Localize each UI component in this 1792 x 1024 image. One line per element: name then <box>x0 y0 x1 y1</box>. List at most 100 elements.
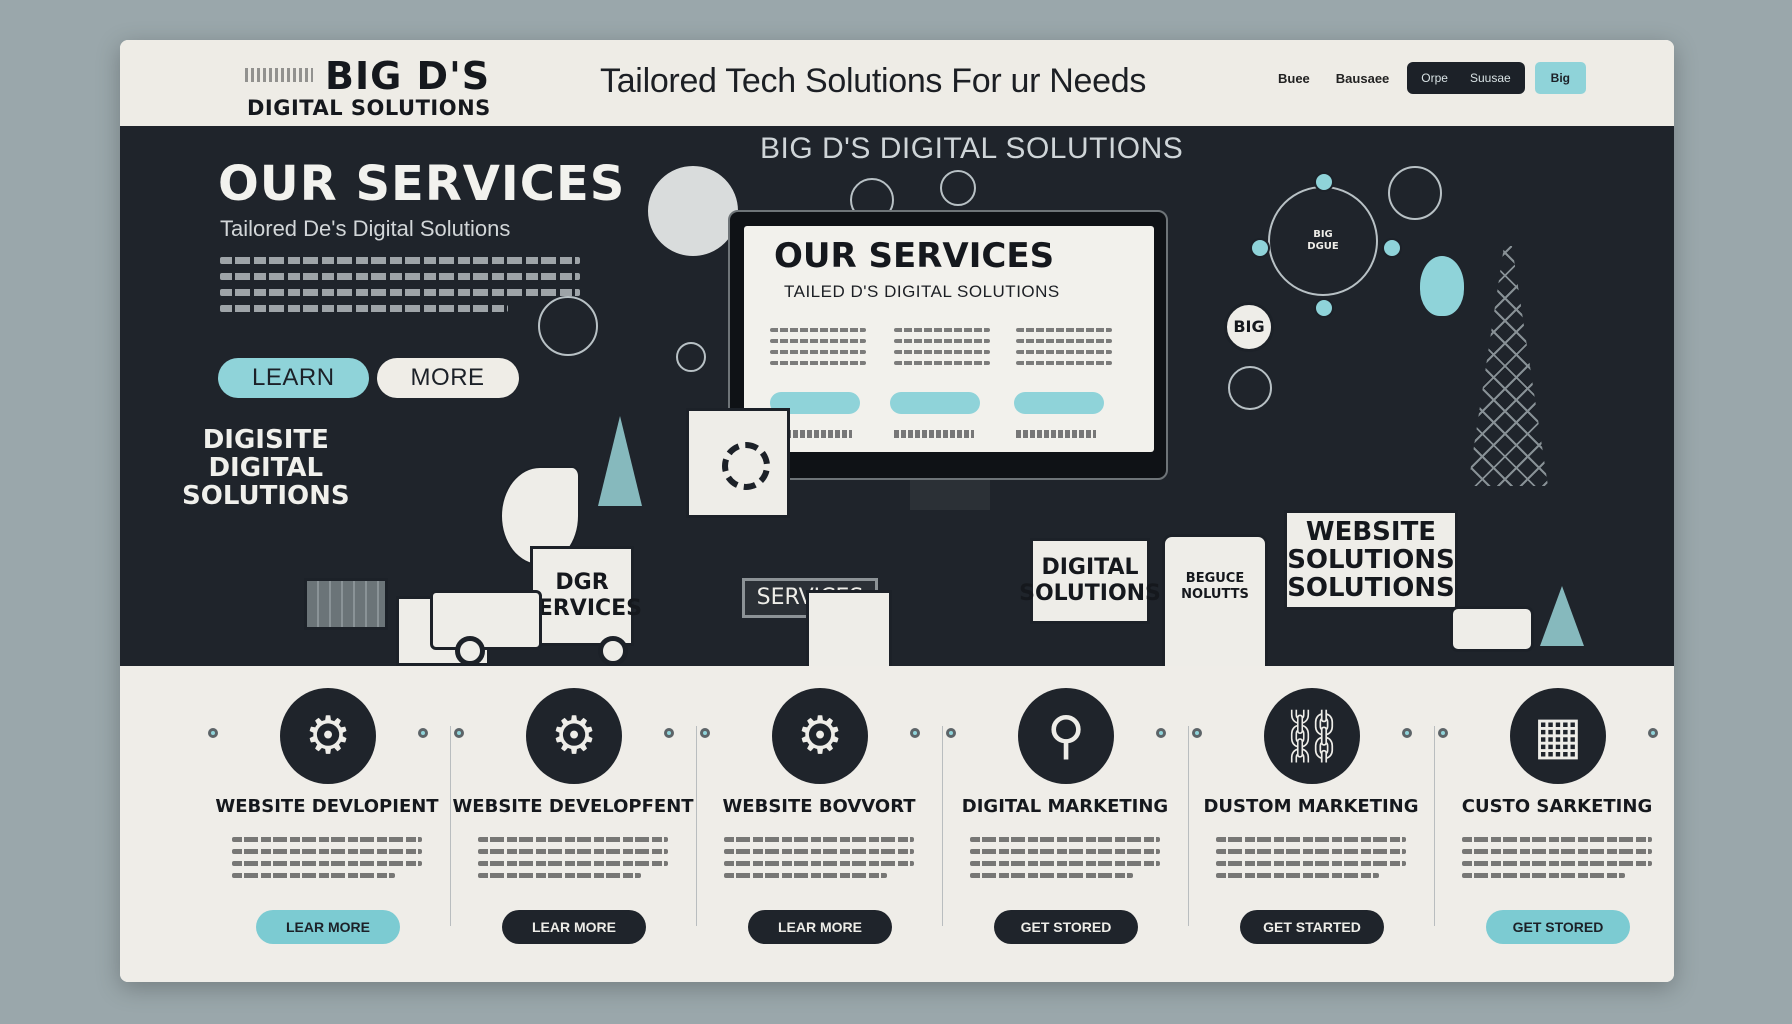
monitor-subtitle: TAILED D'S DIGITAL SOLUTIONS <box>784 282 1060 301</box>
radio-tower-icon <box>1468 246 1548 486</box>
phone-mockup: BEGUCE NOLUTTS <box>1162 534 1268 666</box>
wheel-icon <box>598 636 628 666</box>
hero-banner: BIG D'S DIGITAL SOLUTIONS BIG DGUE BIG O… <box>120 126 1674 666</box>
monitor-mockup: OUR SERVICES TAILED D'S DIGITAL SOLUTION… <box>728 210 1168 480</box>
circuit-node-icon <box>940 170 976 206</box>
service-cta-button[interactable]: GET STORED <box>1486 910 1630 944</box>
hero-description <box>220 248 580 321</box>
connector-node-icon <box>1648 728 1658 738</box>
service-divider <box>696 726 697 926</box>
connector-node-icon <box>1156 728 1166 738</box>
clock-icon <box>1388 166 1442 220</box>
magnifier-icon: ⚲ <box>1018 688 1114 784</box>
service-divider <box>450 726 451 926</box>
truck-icon <box>430 590 542 650</box>
monitor-button-3 <box>1014 392 1104 414</box>
monitor-screen: OUR SERVICES TAILED D'S DIGITAL SOLUTION… <box>744 226 1154 452</box>
nav-pill-item-2[interactable]: Suusae <box>1470 71 1511 85</box>
card-device <box>806 590 892 666</box>
nav-cta-button[interactable]: Big <box>1534 62 1587 94</box>
hero-subtitle: Tailored De's Digital Solutions <box>220 216 511 241</box>
service-cta-button[interactable]: GET STORED <box>994 910 1138 944</box>
top-nav: Buee Bausaee Orpe Suusae Big <box>1270 62 1587 94</box>
connector-node-icon <box>1192 728 1202 738</box>
side-label: DIGISITE DIGITAL SOLUTIONS <box>182 425 350 511</box>
connector-node-icon <box>454 728 464 738</box>
connector-node-icon <box>208 728 218 738</box>
service-title: CUSTO SARKETING <box>1461 796 1653 817</box>
nav-pill-item-1[interactable]: Orpe <box>1421 71 1448 85</box>
connector-node-icon <box>664 728 674 738</box>
gear-icon <box>722 442 770 490</box>
hero-title: OUR SERVICES <box>218 156 626 212</box>
nav-link-1[interactable]: Buee <box>1270 71 1318 86</box>
monitor-button-2 <box>890 392 980 414</box>
service-card: ▦ CUSTO SARKETING GET STORED <box>1434 666 1674 982</box>
media-icon <box>1228 366 1272 410</box>
page-frame: BIG D'S DIGITAL SOLUTIONS Tailored Tech … <box>120 40 1674 982</box>
dollar-icon <box>676 342 706 372</box>
hub-label: BIG DGUE <box>1298 218 1348 264</box>
logo-mark-icon <box>245 68 313 82</box>
badge-circle: BIG <box>1224 302 1274 352</box>
service-divider <box>942 726 943 926</box>
service-card: ⚙ WEBSITE DEVLOPIENT LEAR MORE <box>204 666 450 982</box>
nav-link-2[interactable]: Bausaee <box>1328 71 1397 86</box>
service-title: WEBSITE BOVVORT <box>722 796 916 817</box>
monitor-stand <box>910 480 990 510</box>
gear-icon: ⚙ <box>526 688 622 784</box>
service-title: WEBSITE DEVELOPFENT <box>452 796 694 817</box>
gear-icon: ⚙ <box>772 688 868 784</box>
connector-node-icon <box>418 728 428 738</box>
chain-icon: ⛓ <box>1264 688 1360 784</box>
connector-node-icon <box>1402 728 1412 738</box>
network-node-icon <box>1314 172 1334 192</box>
service-card: ⚲ DIGITAL MARKETING GET STORED <box>942 666 1188 982</box>
service-divider <box>1188 726 1189 926</box>
service-card: ⚙ WEBSITE BOVVORT LEAR MORE <box>696 666 942 982</box>
network-node-icon <box>1314 298 1334 318</box>
service-description <box>1216 830 1406 885</box>
sign-dgr-services: DGR SERVICES <box>522 546 642 646</box>
service-card: ⚙ WEBSITE DEVELOPFENT LEAR MORE <box>450 666 696 982</box>
solar-panel-icon <box>304 578 388 630</box>
services-section: ⚙ WEBSITE DEVLOPIENT LEAR MORE ⚙ WEBSITE… <box>120 666 1674 982</box>
connector-node-icon <box>910 728 920 738</box>
service-cta-button[interactable]: LEAR MORE <box>748 910 892 944</box>
service-cta-button[interactable]: LEAR MORE <box>256 910 400 944</box>
header-tagline: Tailored Tech Solutions For ur Needs <box>600 62 1147 100</box>
monitor-title: OUR SERVICES <box>774 236 1055 276</box>
service-description <box>724 830 914 885</box>
tree-icon <box>598 416 642 506</box>
learn-button[interactable]: LEARN <box>218 358 369 398</box>
service-description <box>478 830 668 885</box>
service-card: ⛓ DUSTOM MARKETING GET STARTED <box>1188 666 1434 982</box>
connector-node-icon <box>700 728 710 738</box>
sign-website-solutions: WEBSITE SOLUTIONS SOLUTIONS <box>1284 510 1458 610</box>
wheel-icon <box>455 636 485 666</box>
sign-digital-solutions: DIGITAL SOLUTIONS <box>1019 538 1161 624</box>
logo-line-2: DIGITAL SOLUTIONS <box>247 96 491 120</box>
service-description <box>232 830 422 885</box>
connector-node-icon <box>946 728 956 738</box>
site-header: BIG D'S DIGITAL SOLUTIONS Tailored Tech … <box>120 40 1674 126</box>
gear-icon: ⚙ <box>280 688 376 784</box>
hero-background-title: BIG D'S DIGITAL SOLUTIONS <box>760 132 1184 165</box>
service-cta-button[interactable]: GET STARTED <box>1240 910 1384 944</box>
service-title: WEBSITE DEVLOPIENT <box>215 796 439 817</box>
connector-node-icon <box>1438 728 1448 738</box>
service-description <box>1462 830 1652 885</box>
document-icon: ▦ <box>1510 688 1606 784</box>
service-title: DUSTOM MARKETING <box>1203 796 1419 817</box>
service-description <box>970 830 1160 885</box>
nav-pill-group: Orpe Suusae <box>1407 62 1525 94</box>
service-title: DIGITAL MARKETING <box>961 796 1169 817</box>
tree-icon <box>1540 586 1584 646</box>
lightbulb-icon <box>1420 256 1464 316</box>
more-button[interactable]: MORE <box>376 358 519 398</box>
car-icon <box>1450 606 1534 652</box>
service-cta-button[interactable]: LEAR MORE <box>502 910 646 944</box>
logo-line-1: BIG D'S <box>325 54 491 98</box>
cloud-sphere-icon <box>648 166 738 256</box>
hero-button-group: LEARN MORE <box>218 358 519 398</box>
